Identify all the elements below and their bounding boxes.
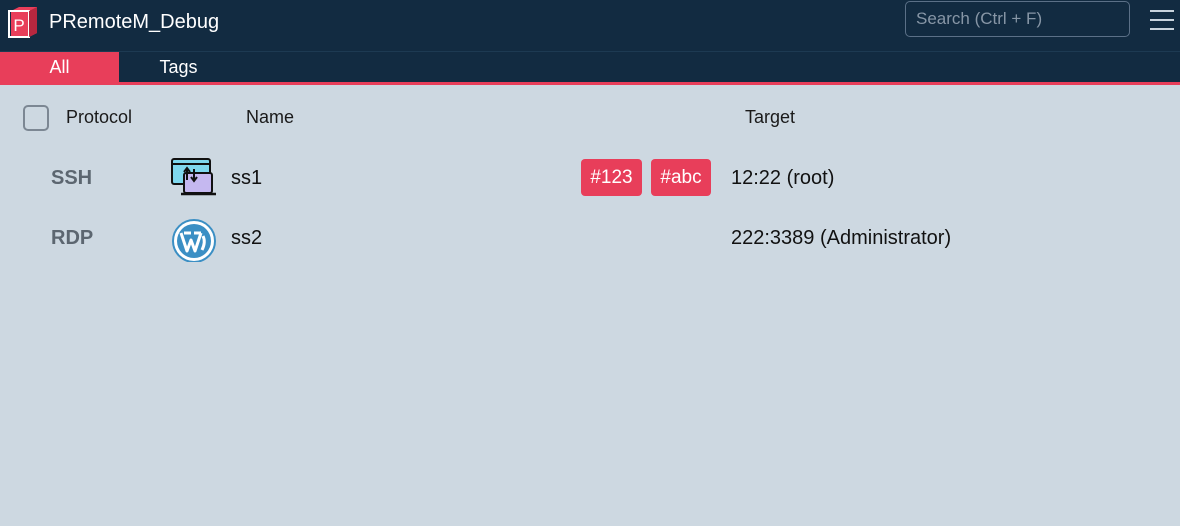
title-bar: P PRemoteM_Debug: [0, 0, 1180, 52]
tab-all[interactable]: All: [0, 52, 119, 82]
hamburger-menu-icon[interactable]: [1150, 8, 1174, 32]
app-title: PRemoteM_Debug: [49, 11, 220, 33]
row-name: ss1: [231, 167, 263, 189]
wordpress-icon: [172, 219, 216, 262]
tab-tags[interactable]: Tags: [119, 52, 238, 82]
table-row[interactable]: SSH ss1 #123 #abc 12:22 (root): [0, 152, 1180, 204]
tab-bar: All Tags: [0, 52, 1180, 82]
row-name: ss2: [231, 227, 263, 249]
app-logo-icon: P: [8, 7, 37, 38]
protocol-label: SSH: [51, 167, 93, 189]
table-row[interactable]: RDP ss2 222:3389 (Administrator): [0, 212, 1180, 264]
name-column-header[interactable]: Name: [246, 106, 294, 128]
tag-badge[interactable]: #abc: [651, 159, 711, 196]
protocol-column-header[interactable]: Protocol: [66, 106, 132, 128]
tab-accent-line: [0, 82, 1180, 85]
search-input[interactable]: [905, 1, 1130, 37]
table-header: Protocol Name Target: [0, 100, 1180, 134]
protocol-label: RDP: [51, 227, 94, 249]
select-all-checkbox[interactable]: [23, 105, 49, 131]
tag-badge[interactable]: #123: [581, 159, 642, 196]
row-target: 222:3389 (Administrator): [731, 227, 952, 249]
remote-transfer-icon: [171, 158, 216, 196]
row-target: 12:22 (root): [731, 167, 835, 189]
target-column-header[interactable]: Target: [745, 106, 795, 128]
svg-text:P: P: [13, 16, 24, 35]
